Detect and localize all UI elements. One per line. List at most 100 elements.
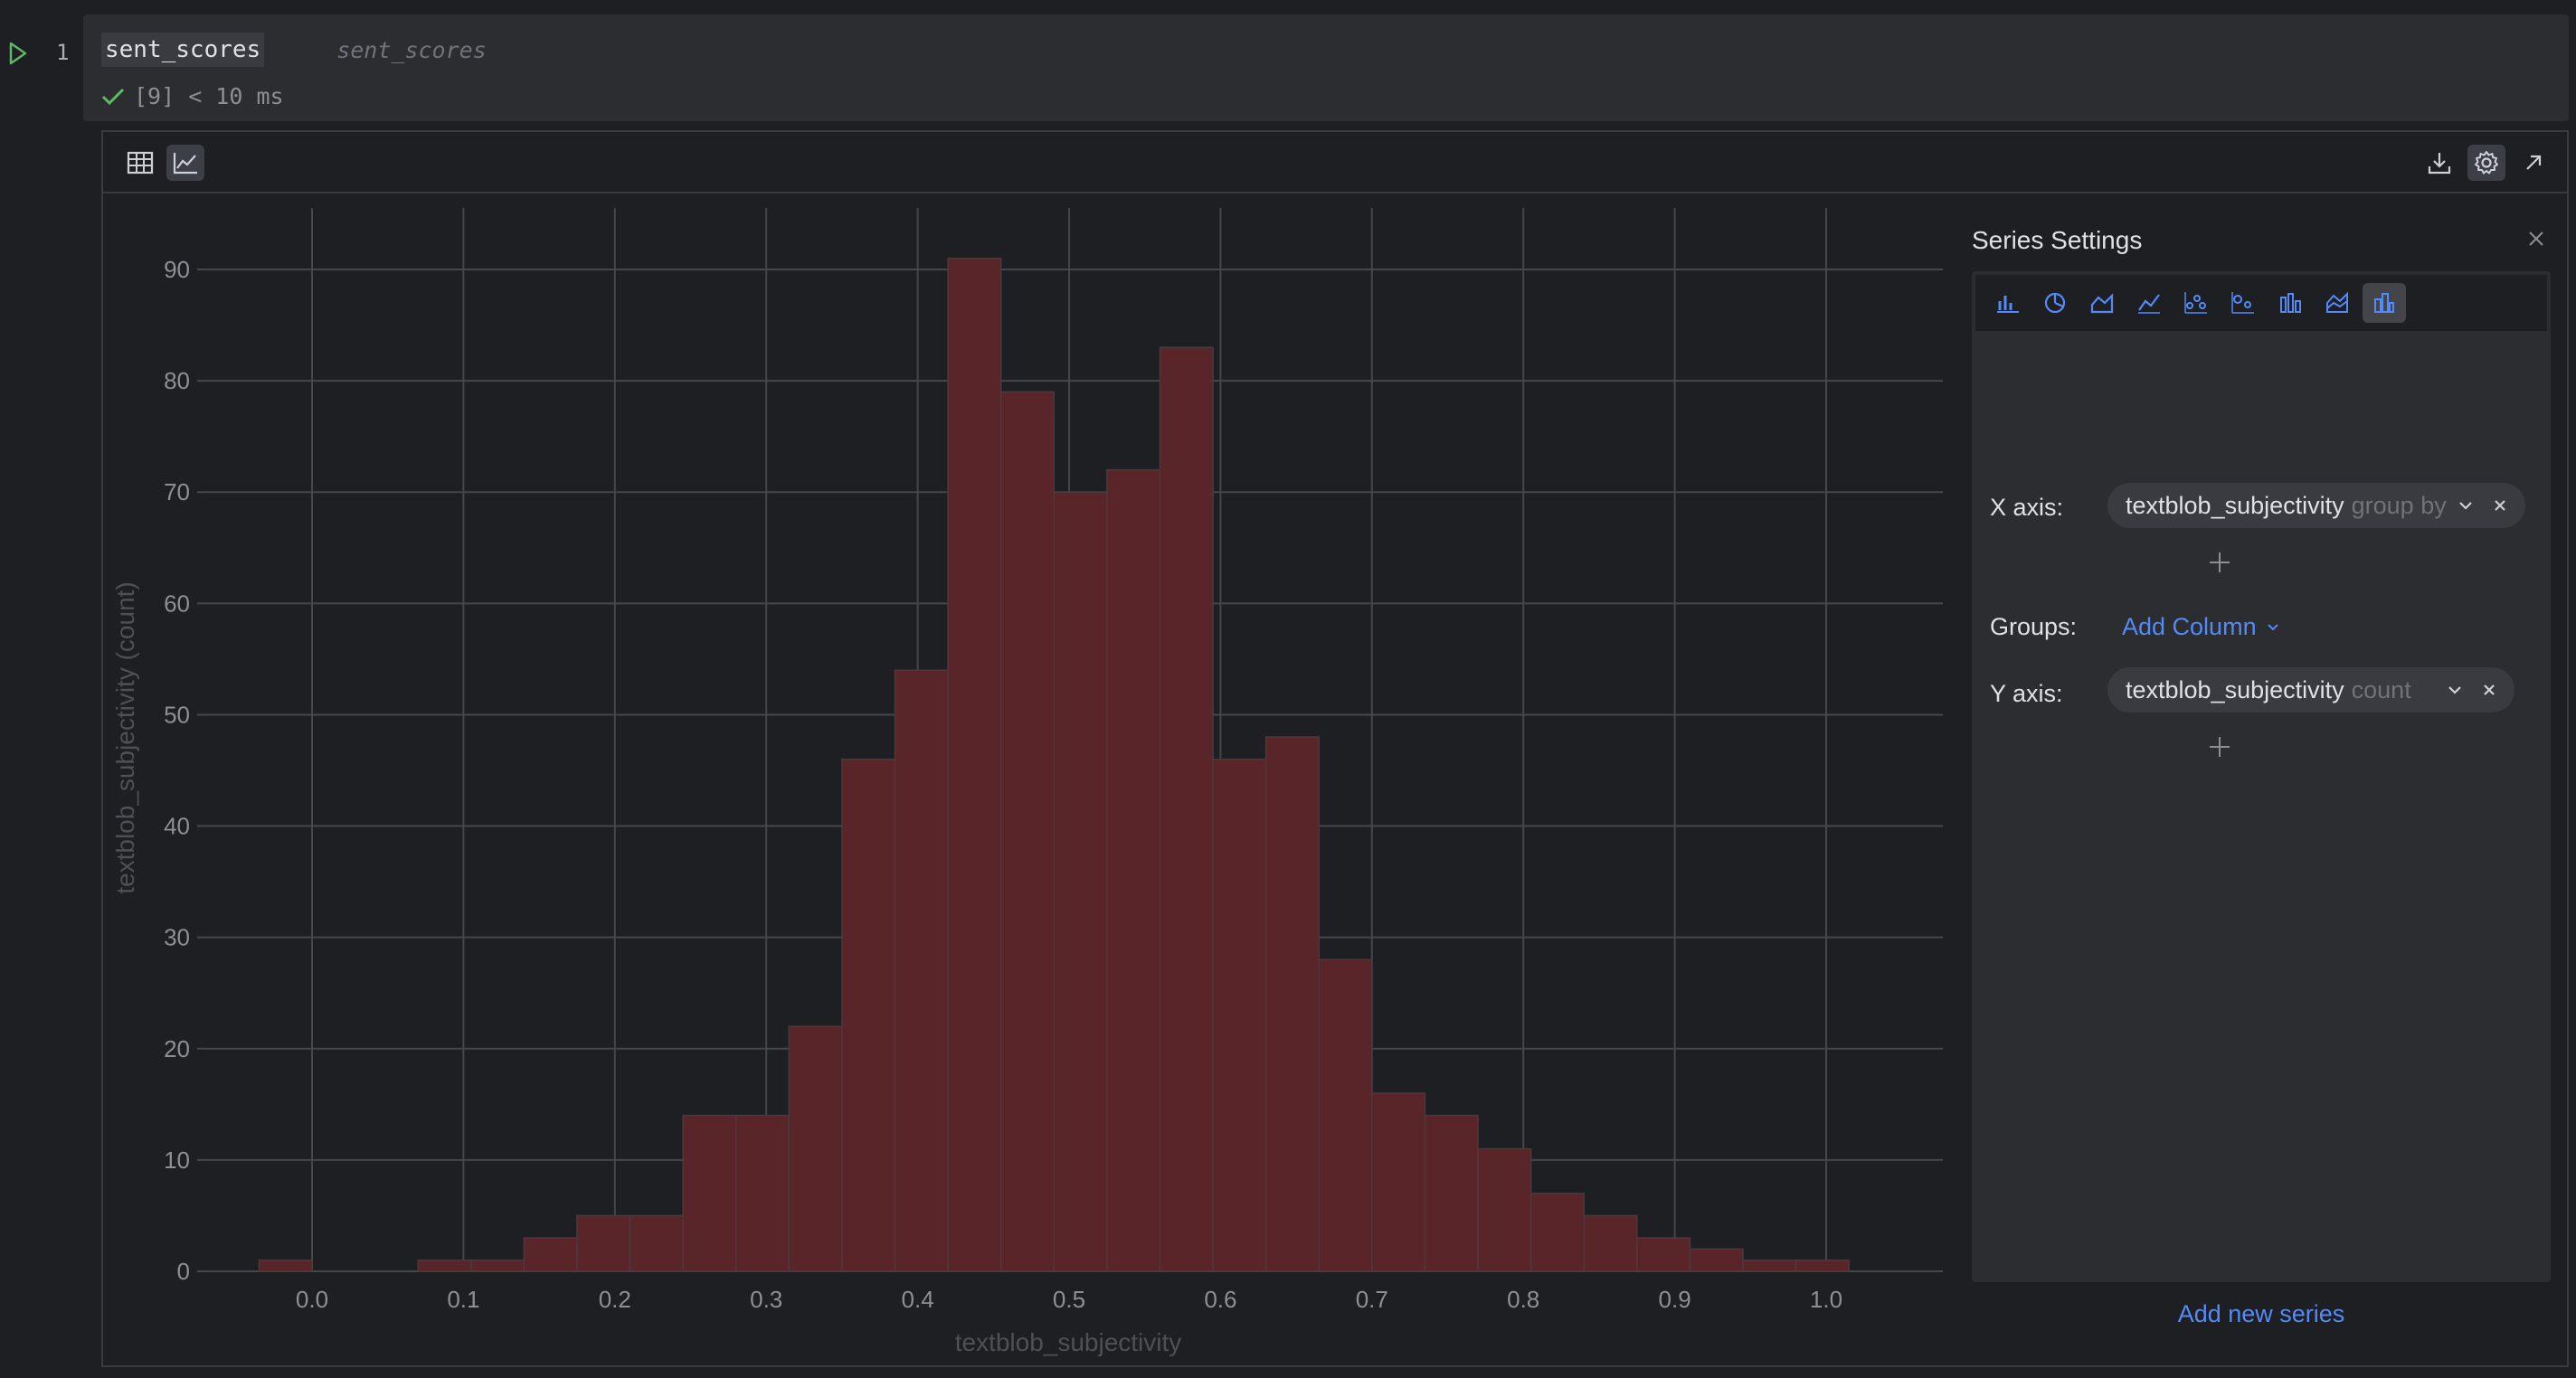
x-axis-column-name: textblob_subjectivity (2126, 491, 2344, 519)
x-axis-column-chip[interactable]: textblob_subjectivity group by (2107, 483, 2525, 528)
x-tick-label: 0.1 (447, 1286, 479, 1313)
code-text[interactable]: sent_scores (101, 33, 265, 67)
x-tick-label: 0.5 (1053, 1286, 1085, 1313)
histogram-bar[interactable] (1424, 1114, 1479, 1272)
chart-type-bubble-button[interactable] (2221, 283, 2265, 323)
histogram-bar[interactable] (1318, 958, 1373, 1272)
y-tick-label: 0 (177, 1258, 190, 1285)
y-tick-label: 60 (164, 590, 190, 617)
histogram-bar[interactable] (523, 1237, 578, 1272)
add-x-axis-button[interactable] (2207, 550, 2232, 575)
series-settings-title: Series Settings (1972, 226, 2143, 254)
histogram-bar[interactable] (841, 758, 896, 1272)
chart-type-bar-button[interactable] (1986, 283, 2030, 323)
histogram-bar[interactable] (1053, 491, 1108, 1272)
histogram-bar[interactable] (576, 1214, 631, 1272)
y-tick-label: 30 (164, 924, 190, 951)
histogram-bar[interactable] (1371, 1092, 1426, 1272)
add-y-axis-button[interactable] (2207, 734, 2232, 760)
x-axis-dropdown-button[interactable] (2455, 495, 2477, 516)
area-chart-icon (2090, 293, 2114, 314)
y-axis-dropdown-button[interactable] (2444, 679, 2466, 701)
bubble-chart-icon (2231, 292, 2254, 314)
histogram-bar[interactable] (734, 1114, 791, 1272)
chart-type-scatter-button[interactable] (2174, 283, 2218, 323)
x-tick-label: 0.6 (1204, 1286, 1236, 1313)
histogram-bar[interactable] (1159, 346, 1214, 1272)
y-axis-remove-button[interactable] (2478, 679, 2500, 701)
output-toolbar (103, 132, 2567, 193)
x-tick-label: 0.7 (1356, 1286, 1388, 1313)
histogram-bar[interactable] (1477, 1147, 1532, 1272)
close-icon (2529, 231, 2543, 246)
line-number: 1 (56, 40, 70, 65)
histogram-bar[interactable] (258, 1259, 313, 1272)
add-new-series-button[interactable]: Add new series (1972, 1300, 2551, 1328)
chart-type-stacked-area-button[interactable] (2316, 283, 2359, 323)
chevron-down-icon (2448, 686, 2461, 694)
histogram-bar[interactable] (999, 391, 1056, 1272)
y-axis-aggregation: count (2351, 675, 2411, 703)
histogram-bar[interactable] (1212, 758, 1267, 1272)
pie-chart-icon (2044, 292, 2066, 314)
chart-type-bar (1975, 275, 2547, 331)
close-icon (2495, 500, 2505, 511)
close-settings-button[interactable] (2525, 228, 2547, 250)
close-icon (2484, 684, 2495, 695)
settings-button[interactable] (2467, 145, 2505, 181)
execution-status: [9] < 10 ms (101, 83, 284, 109)
histogram-bar[interactable] (788, 1025, 843, 1272)
chevron-down-icon (2459, 502, 2472, 510)
add-column-button[interactable]: Add Column (2122, 613, 2282, 641)
histogram-bar[interactable] (470, 1259, 526, 1272)
x-tick-label: 0.8 (1507, 1286, 1539, 1313)
y-axis-column-chip[interactable]: textblob_subjectivity count (2107, 667, 2514, 713)
download-icon (2428, 153, 2451, 175)
histogram-bar[interactable] (1583, 1214, 1638, 1272)
gear-icon (2475, 151, 2498, 175)
histogram-bar[interactable] (1106, 468, 1161, 1272)
execution-status-text: [9] < 10 ms (134, 83, 284, 109)
table-view-button[interactable] (121, 145, 159, 181)
x-axis-remove-button[interactable] (2489, 495, 2511, 516)
stacked-bar-chart-icon (2280, 293, 2301, 313)
histogram-bar[interactable] (1636, 1237, 1691, 1272)
histogram-bar[interactable] (1264, 736, 1320, 1272)
download-button[interactable] (2420, 145, 2458, 181)
x-tick-label: 0.2 (599, 1286, 631, 1313)
histogram-bar[interactable] (629, 1214, 684, 1272)
chart-type-area-button[interactable] (2080, 283, 2124, 323)
x-tick-label: 0.3 (750, 1286, 782, 1313)
chart-icon (173, 153, 197, 175)
chart-type-stacked-bar-button[interactable] (2268, 283, 2312, 323)
chart-type-pie-button[interactable] (2033, 283, 2077, 323)
histogram-bar[interactable] (947, 257, 1002, 1272)
y-tick-label: 20 (164, 1035, 190, 1062)
code-line[interactable]: sent_scores sent_scores (101, 31, 487, 69)
series-settings-box (1972, 271, 2551, 1282)
x-tick-label: 0.0 (296, 1286, 328, 1313)
open-external-icon (2526, 155, 2542, 170)
histogram-bar[interactable] (894, 669, 949, 1272)
chevron-down-icon (2267, 623, 2278, 630)
chart-view-button[interactable] (166, 145, 204, 181)
histogram-bar[interactable] (417, 1259, 472, 1272)
histogram-bar[interactable] (1689, 1248, 1744, 1272)
y-tick-labels: 0 10 20 30 40 50 60 70 80 90 (164, 256, 190, 1285)
chart-type-histogram-button[interactable] (2363, 283, 2406, 323)
histogram-bar[interactable] (1742, 1259, 1797, 1272)
histogram-chart: 0.0 0.1 0.2 0.3 0.4 0.5 0.6 0.7 0.8 0.9 1.0 0 10 20 3… (111, 208, 1943, 1356)
histogram-bar[interactable] (1530, 1193, 1585, 1272)
groups-label: Groups: (1990, 613, 2078, 640)
histogram-bar[interactable] (1795, 1259, 1850, 1272)
y-tick-label: 50 (164, 701, 190, 728)
histogram-bar[interactable] (682, 1114, 737, 1272)
chart-type-line-button[interactable] (2127, 283, 2171, 323)
series-settings-panel: Series Settings X axis: textblob_subject… (1972, 210, 2551, 1367)
chart-bars (258, 257, 1850, 1272)
open-external-button[interactable] (2514, 145, 2552, 181)
x-tick-label: 0.9 (1659, 1286, 1691, 1313)
inline-hint: sent_scores (336, 36, 487, 63)
run-triangle-icon (9, 42, 27, 65)
run-cell-button[interactable] (7, 40, 29, 67)
